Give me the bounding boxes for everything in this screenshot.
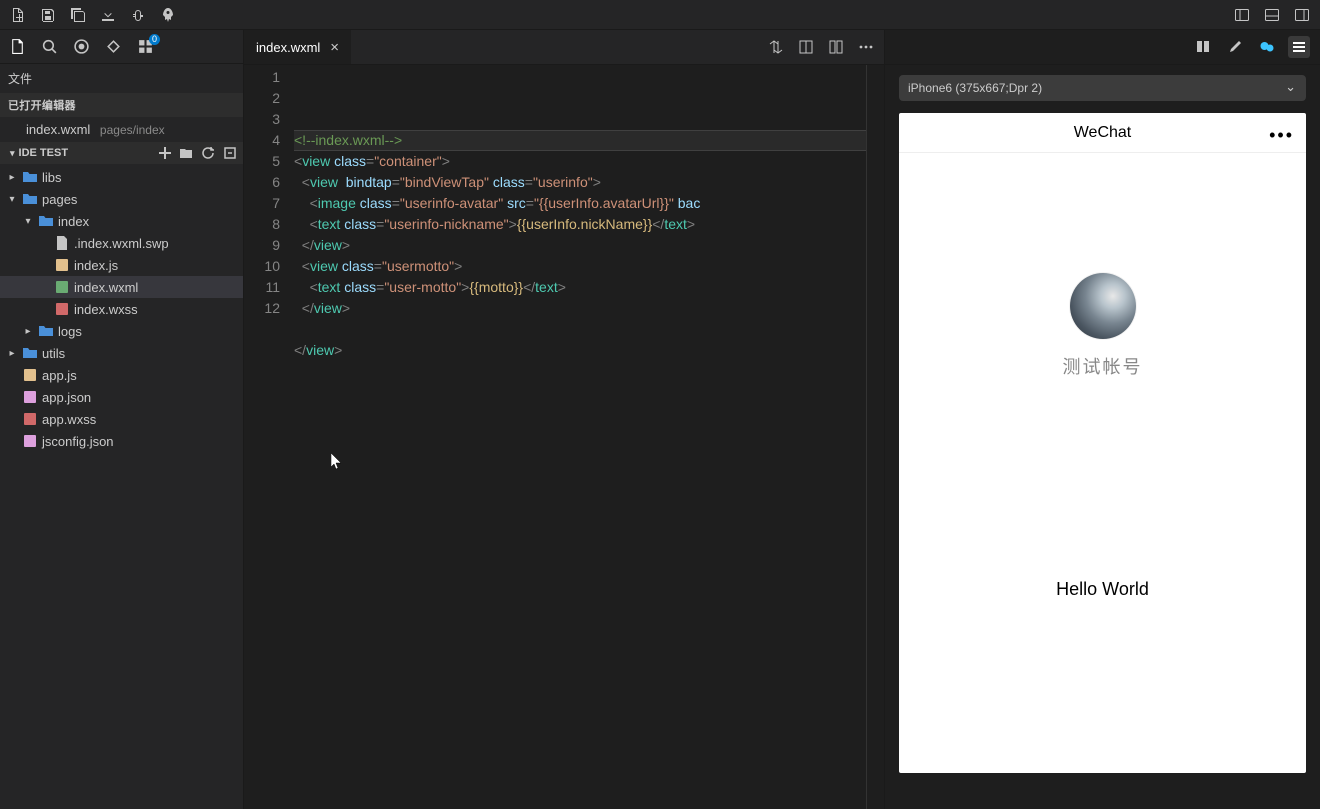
git-tab-icon[interactable] <box>72 38 90 56</box>
panel-left-icon[interactable] <box>1234 7 1250 23</box>
refresh-action-icon[interactable] <box>201 146 215 160</box>
nickname-text: 测试帐号 <box>1063 353 1143 379</box>
simulator-frame: WeChat ••• 测试帐号 Hello World <box>899 113 1306 773</box>
new-folder-action-icon[interactable] <box>179 146 193 160</box>
tree-label: logs <box>58 324 82 339</box>
project-header[interactable]: ▾ IDE TEST <box>0 142 243 164</box>
tree-item--index-wxml-swp[interactable]: ▸.index.wxml.swp <box>0 232 243 254</box>
compare-icon[interactable] <box>768 39 784 55</box>
wechat-icon[interactable] <box>1256 36 1278 58</box>
top-toolbar <box>0 0 1320 30</box>
project-name: IDE TEST <box>19 147 69 159</box>
tab-index-wxml[interactable]: index.wxml × <box>244 30 352 64</box>
tree-item-app-json[interactable]: ▸app.json <box>0 386 243 408</box>
motto-text: Hello World <box>1056 579 1149 600</box>
file-icon <box>54 235 70 251</box>
folder-icon <box>22 191 38 207</box>
simulator-header: WeChat ••• <box>899 113 1306 153</box>
tree-item-logs[interactable]: ▸logs <box>0 320 243 342</box>
tree-label: app.js <box>42 368 77 383</box>
open-editors-label[interactable]: 已打开编辑器 <box>0 93 243 117</box>
tree-label: index.wxss <box>74 302 138 317</box>
tree-label: index.js <box>74 258 118 273</box>
new-file-action-icon[interactable] <box>157 146 171 160</box>
tree-item-app-wxss[interactable]: ▸app.wxss <box>0 408 243 430</box>
close-icon[interactable]: × <box>330 39 339 56</box>
folder-icon <box>22 169 38 185</box>
mouse-cursor-icon <box>331 453 343 471</box>
layout-icon[interactable] <box>828 39 844 55</box>
tree-item-jsconfig-json[interactable]: ▸jsconfig.json <box>0 430 243 452</box>
rocket-icon[interactable] <box>160 7 176 23</box>
line-gutter: 123456789101112 <box>244 65 294 809</box>
more-icon[interactable] <box>858 39 874 55</box>
file-icon <box>22 411 38 427</box>
file-icon <box>22 433 38 449</box>
editor-area: index.wxml × 123456789101112 <!--index.w… <box>244 30 884 809</box>
open-editor-name: index.wxml <box>26 122 90 137</box>
folder-icon <box>38 323 54 339</box>
simulator-menu-icon[interactable]: ••• <box>1269 125 1294 146</box>
tree-item-app-js[interactable]: ▸app.js <box>0 364 243 386</box>
tree-item-index[interactable]: ▾index <box>0 210 243 232</box>
file-icon <box>22 367 38 383</box>
tree-label: pages <box>42 192 77 207</box>
device-select[interactable]: iPhone6 (375x667;Dpr 2) <box>899 75 1306 101</box>
download-icon[interactable] <box>100 7 116 23</box>
panel-bottom-icon[interactable] <box>1264 7 1280 23</box>
tree-item-index-wxss[interactable]: ▸index.wxss <box>0 298 243 320</box>
tree-label: index.wxml <box>74 280 138 295</box>
save-all-icon[interactable] <box>70 7 86 23</box>
editor-tabbar: index.wxml × <box>244 30 884 65</box>
tree-item-index-wxml[interactable]: ▸index.wxml <box>0 276 243 298</box>
simulator-title: WeChat <box>1074 124 1132 142</box>
explorer-panel: 0 文件 已打开编辑器 index.wxml pages/index ▾ IDE… <box>0 30 244 809</box>
files-tab-icon[interactable] <box>8 38 26 56</box>
book-icon[interactable] <box>1192 36 1214 58</box>
collapse-action-icon[interactable] <box>223 146 237 160</box>
code-editor[interactable]: 123456789101112 <!--index.wxml--><view c… <box>244 65 884 809</box>
device-select-wrap[interactable]: iPhone6 (375x667;Dpr 2) <box>899 75 1306 101</box>
tree-label: utils <box>42 346 65 361</box>
open-editor-path: pages/index <box>100 123 165 137</box>
tree-label: jsconfig.json <box>42 434 114 449</box>
tree-label: index <box>58 214 89 229</box>
list-icon[interactable] <box>1288 36 1310 58</box>
minimap[interactable] <box>866 65 884 809</box>
folder-icon <box>38 213 54 229</box>
tree-label: app.json <box>42 390 91 405</box>
simulator-toolbar <box>885 30 1320 65</box>
new-file-icon[interactable] <box>10 7 26 23</box>
file-icon <box>54 301 70 317</box>
save-icon[interactable] <box>40 7 56 23</box>
file-icon <box>54 257 70 273</box>
panel-right-icon[interactable] <box>1294 7 1310 23</box>
pen-icon[interactable] <box>1224 36 1246 58</box>
explorer-tabs: 0 <box>0 30 243 64</box>
open-editor-item[interactable]: index.wxml pages/index <box>0 117 243 142</box>
file-icon <box>22 389 38 405</box>
debug-tab-icon[interactable] <box>104 38 122 56</box>
badge: 0 <box>149 34 160 45</box>
folder-icon <box>22 345 38 361</box>
search-tab-icon[interactable] <box>40 38 58 56</box>
simulator-panel: iPhone6 (375x667;Dpr 2) WeChat ••• 测试帐号 … <box>884 30 1320 809</box>
file-section-label: 文件 <box>0 64 243 93</box>
tree-item-pages[interactable]: ▾pages <box>0 188 243 210</box>
tree-item-utils[interactable]: ▸utils <box>0 342 243 364</box>
split-icon[interactable] <box>798 39 814 55</box>
file-tree: ▸libs▾pages▾index▸.index.wxml.swp▸index.… <box>0 164 243 809</box>
extensions-tab-icon[interactable]: 0 <box>136 38 154 56</box>
tree-label: app.wxss <box>42 412 96 427</box>
tab-label: index.wxml <box>256 40 320 55</box>
tree-label: libs <box>42 170 62 185</box>
code-content[interactable]: <!--index.wxml--><view class="container"… <box>294 65 866 809</box>
simulator-body[interactable]: 测试帐号 Hello World <box>899 153 1306 773</box>
tree-item-libs[interactable]: ▸libs <box>0 166 243 188</box>
file-icon <box>54 279 70 295</box>
tree-item-index-js[interactable]: ▸index.js <box>0 254 243 276</box>
tree-label: .index.wxml.swp <box>74 236 169 251</box>
avatar[interactable] <box>1070 273 1136 339</box>
bug-icon[interactable] <box>130 7 146 23</box>
